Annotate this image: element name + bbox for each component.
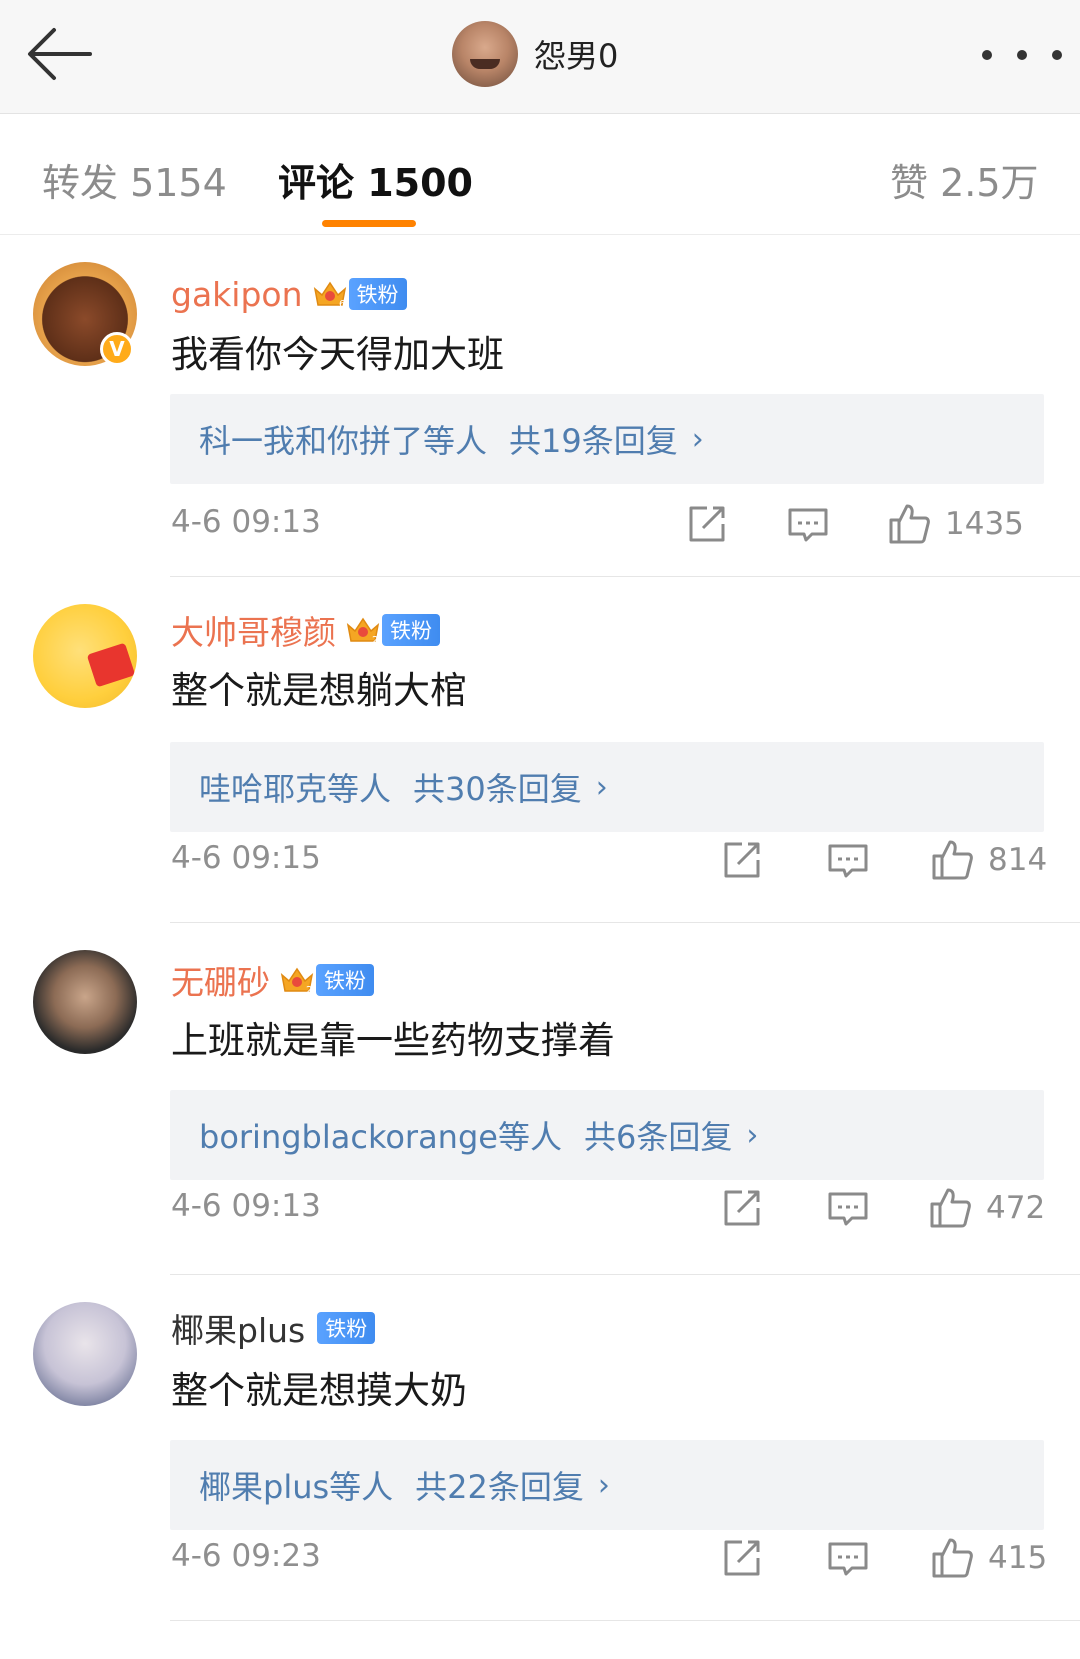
thumbs-up-icon: [932, 1538, 973, 1578]
thumbs-up-icon: [889, 504, 930, 544]
dot: [982, 50, 992, 60]
reply-summary[interactable]: 科一我和你拼了等人 共19条回复 ›: [170, 394, 1044, 484]
back-button[interactable]: [22, 22, 98, 86]
chevron-right-icon: ›: [746, 1117, 759, 1153]
reply-summary[interactable]: 椰果plus等人 共22条回复 ›: [170, 1440, 1044, 1530]
dot: [1017, 50, 1027, 60]
reply-count[interactable]: 共22条回复: [415, 1462, 584, 1508]
tab-like[interactable]: 赞 2.5万: [890, 152, 1039, 207]
like-count: 472: [986, 1190, 1046, 1226]
share-icon[interactable]: [720, 1536, 764, 1580]
owner-name[interactable]: 怨男0: [534, 31, 618, 77]
reply-count[interactable]: 共30条回复: [413, 764, 582, 810]
like-button[interactable]: 1435: [887, 500, 1024, 548]
svg-text:2: 2: [306, 985, 312, 995]
divider: [170, 1620, 1080, 1621]
crown-icon: 2: [346, 615, 380, 646]
more-dots-icon[interactable]: [982, 44, 1062, 66]
comment-icon[interactable]: [786, 502, 830, 546]
reply-names[interactable]: 哇哈耶克等人: [199, 764, 391, 810]
chevron-right-icon: ›: [597, 1467, 610, 1503]
like-count: 415: [988, 1540, 1048, 1576]
verified-icon: V: [100, 332, 134, 366]
tab-bar: 转发 5154 评论 1500 赞 2.5万: [0, 114, 1080, 235]
avatar[interactable]: [33, 950, 137, 1054]
reply-count[interactable]: 共19条回复: [509, 416, 678, 462]
svg-text:6: 6: [339, 299, 345, 309]
red-envelope-icon: [86, 642, 136, 688]
reply-summary[interactable]: 哇哈耶克等人 共30条回复 ›: [170, 742, 1044, 832]
reply-names[interactable]: 科一我和你拼了等人: [199, 416, 487, 462]
crown-icon: 2: [280, 965, 314, 996]
divider: [170, 1274, 1080, 1275]
reply-names[interactable]: boringblackorange等人: [199, 1112, 562, 1158]
thumbs-up-icon: [930, 1188, 971, 1228]
reply-summary[interactable]: boringblackorange等人 共6条回复 ›: [170, 1090, 1044, 1180]
fan-badge: 铁粉: [348, 278, 407, 310]
avatar[interactable]: [33, 604, 137, 708]
comment-time: 4-6 09:15: [171, 840, 321, 876]
chevron-right-icon: ›: [691, 421, 704, 457]
comment-icon[interactable]: [826, 1186, 870, 1230]
comment-icon[interactable]: [826, 838, 870, 882]
like-count: 814: [988, 842, 1048, 878]
share-icon[interactable]: [720, 838, 764, 882]
username[interactable]: gakipon: [171, 275, 303, 314]
post-owner[interactable]: 怨男0: [452, 20, 618, 88]
username[interactable]: 大帅哥穆颜: [171, 606, 336, 654]
active-tab-indicator: [322, 220, 416, 227]
comment-text: 上班就是靠一些药物支撑着: [171, 1019, 615, 1062]
fan-badge: 铁粉: [317, 1312, 376, 1344]
comment-text: 整个就是想躺大棺: [171, 669, 467, 712]
comment-text: 整个就是想摸大奶: [171, 1369, 467, 1412]
like-button[interactable]: 814: [930, 836, 1047, 884]
top-bar: 怨男0: [0, 0, 1080, 114]
crown-icon: 6: [313, 279, 347, 310]
divider: [170, 922, 1080, 923]
like-count: 1435: [945, 506, 1024, 542]
fan-badge: 铁粉: [316, 964, 374, 996]
comment-icon[interactable]: [826, 1536, 870, 1580]
like-button[interactable]: 472: [928, 1184, 1045, 1232]
like-button[interactable]: 415: [930, 1534, 1047, 1582]
thumbs-up-icon: [932, 840, 973, 880]
comment-time: 4-6 09:13: [171, 1188, 321, 1224]
comment-time: 4-6 09:13: [171, 504, 321, 540]
share-icon[interactable]: [720, 1186, 764, 1230]
owner-avatar[interactable]: [452, 21, 518, 87]
comment-text: 我看你今天得加大班: [171, 333, 504, 376]
tab-comment[interactable]: 评论 1500: [278, 152, 473, 207]
comment-time: 4-6 09:23: [171, 1538, 321, 1574]
tab-repost[interactable]: 转发 5154: [42, 152, 227, 207]
share-icon[interactable]: [685, 502, 729, 546]
reply-count[interactable]: 共6条回复: [584, 1112, 732, 1158]
avatar[interactable]: [33, 1302, 137, 1406]
dot: [1052, 50, 1062, 60]
reply-names[interactable]: 椰果plus等人: [199, 1462, 393, 1508]
divider: [170, 576, 1080, 577]
chevron-right-icon: ›: [595, 769, 608, 805]
fan-badge: 铁粉: [382, 614, 440, 646]
svg-text:2: 2: [372, 635, 378, 645]
arrow-left-icon: [28, 28, 92, 80]
username[interactable]: 椰果plus: [171, 1304, 305, 1352]
username[interactable]: 无硼砂: [171, 956, 270, 1004]
